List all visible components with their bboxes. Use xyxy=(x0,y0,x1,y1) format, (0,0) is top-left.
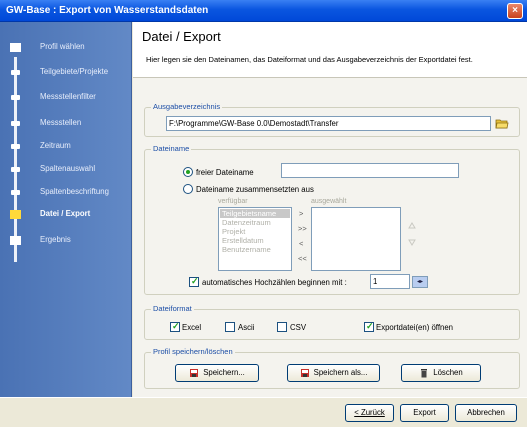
list-item[interactable]: Benutzername xyxy=(222,245,271,254)
main-panel: Datei / Export Hier legen sie den Datein… xyxy=(133,22,527,397)
step-marker-icon xyxy=(11,167,20,172)
list-item[interactable]: Erstelldatum xyxy=(222,236,264,245)
move-right-button[interactable]: > xyxy=(299,209,303,218)
ascii-label: Ascii xyxy=(238,323,255,332)
excel-label: Excel xyxy=(182,323,202,332)
step-connector-line xyxy=(14,57,17,262)
window-titlebar: GW-Base : Export von Wasserstandsdaten × xyxy=(0,0,527,22)
list-item[interactable]: Projekt xyxy=(222,227,245,236)
step-marker-icon xyxy=(11,144,20,149)
back-button[interactable]: < Zurück xyxy=(345,404,394,422)
sidebar-item-spaltenauswahl[interactable]: Spaltenauswahl xyxy=(10,163,130,177)
excel-checkbox[interactable] xyxy=(170,321,180,332)
output-directory-field[interactable]: F:\Programme\GW-Base 0.0\Demostadt\Trans… xyxy=(166,116,491,131)
list-item[interactable]: Datenzeitraum xyxy=(222,218,271,227)
sidebar-item-ergebnis[interactable]: Ergebnis xyxy=(10,234,130,248)
wizard-footer: < Zurück Export Abbrechen xyxy=(0,397,527,427)
sidebar-item-label: Teilgebiete/Projekte xyxy=(40,67,109,76)
step-marker-icon xyxy=(10,236,21,245)
step-marker-icon xyxy=(11,70,20,75)
auto-increment-checkbox[interactable] xyxy=(189,276,199,287)
window-title: GW-Base : Export von Wasserstandsdaten xyxy=(6,5,209,16)
save-profile-label: Speichern... xyxy=(203,368,245,377)
step-marker-icon xyxy=(11,95,20,100)
group-title: Dateiformat xyxy=(151,304,194,313)
ascii-checkbox[interactable] xyxy=(225,322,235,332)
available-parts-list[interactable]: Teilgebietsname Datenzeitraum Projekt Er… xyxy=(218,207,292,271)
export-button[interactable]: Export xyxy=(400,404,449,422)
sidebar-item-label: Spaltenbeschriftung xyxy=(40,187,109,196)
trash-icon xyxy=(419,368,429,378)
close-button[interactable]: × xyxy=(507,3,523,19)
free-filename-label: freier Dateiname xyxy=(196,168,254,177)
sidebar-item-spaltenbeschriftung[interactable]: Spaltenbeschriftung xyxy=(10,186,130,200)
save-profile-as-button[interactable]: Speichern als... xyxy=(287,364,380,382)
available-list-label: verfügbar xyxy=(218,198,248,205)
sidebar-item-teilgebiete[interactable]: Teilgebiete/Projekte xyxy=(10,66,130,80)
save-profile-as-label: Speichern als... xyxy=(313,368,368,377)
list-item[interactable]: Teilgebietsname xyxy=(222,209,276,218)
compose-filename-radio[interactable] xyxy=(183,184,193,194)
selected-list-label: ausgewählt xyxy=(311,198,347,205)
sidebar-item-label: Spaltenauswahl xyxy=(40,164,96,173)
step-marker-icon xyxy=(11,190,20,195)
save-as-icon xyxy=(300,368,310,378)
free-filename-radio[interactable] xyxy=(183,167,193,177)
group-title: Profil speichern/löschen xyxy=(151,347,235,356)
csv-checkbox[interactable] xyxy=(277,322,287,332)
auto-increment-label: automatisches Hochzählen beginnen mit : xyxy=(202,278,347,287)
page-title: Datei / Export xyxy=(142,29,221,44)
sidebar-item-profil-waehlen[interactable]: Profil wählen xyxy=(10,41,130,55)
selected-parts-list[interactable] xyxy=(311,207,401,271)
open-after-export-checkbox[interactable] xyxy=(364,321,374,332)
auto-increment-value[interactable]: 1 xyxy=(370,274,410,289)
sidebar-item-label: Datei / Export xyxy=(40,209,91,218)
delete-profile-label: Löschen xyxy=(433,368,463,377)
group-title: Dateiname xyxy=(151,144,192,153)
group-title: Ausgabeverzeichnis xyxy=(151,102,223,111)
sidebar-item-label: Ergebnis xyxy=(40,235,71,244)
move-all-left-button[interactable]: << xyxy=(298,254,307,263)
delete-profile-button[interactable]: Löschen xyxy=(401,364,481,382)
sidebar-item-label: Zeitraum xyxy=(40,141,71,150)
save-icon xyxy=(189,368,199,378)
output-directory-group: Ausgabeverzeichnis F:\Programme\GW-Base … xyxy=(144,102,520,137)
move-up-icon[interactable] xyxy=(408,222,416,230)
open-after-export-label: Exportdatei(en) öffnen xyxy=(376,323,454,332)
step-marker-icon xyxy=(11,121,20,126)
page-header: Datei / Export Hier legen sie den Datein… xyxy=(133,22,527,78)
sidebar-item-label: Messstellenfilter xyxy=(40,92,96,101)
step-marker-icon xyxy=(10,43,21,52)
save-profile-button[interactable]: Speichern... xyxy=(175,364,259,382)
profile-group: Profil speichern/löschen Speichern... Sp… xyxy=(144,347,520,389)
fileformat-group: Dateiformat Excel Ascii CSV Exportdatei(… xyxy=(144,304,520,340)
sidebar-item-messstellenfilter[interactable]: Messstellenfilter xyxy=(10,91,130,105)
sidebar-item-zeitraum[interactable]: Zeitraum xyxy=(10,140,130,154)
sidebar-item-datei-export[interactable]: Datei / Export xyxy=(10,208,130,222)
cancel-button[interactable]: Abbrechen xyxy=(455,404,517,422)
spin-arrows-icon[interactable]: ◂▸ xyxy=(412,276,428,288)
sidebar-item-label: Profil wählen xyxy=(40,42,85,51)
wizard-step-sidebar: Profil wählen Teilgebiete/Projekte Messs… xyxy=(0,22,132,397)
move-left-button[interactable]: < xyxy=(299,239,303,248)
compose-filename-label: Dateiname zusammensetzten aus xyxy=(196,185,314,194)
csv-label: CSV xyxy=(290,323,307,332)
current-step-icon xyxy=(10,210,21,219)
folder-icon[interactable] xyxy=(495,117,509,129)
sidebar-item-messstellen[interactable]: Messstellen xyxy=(10,117,130,131)
move-all-right-button[interactable]: >> xyxy=(298,224,307,233)
filename-group: Dateiname freier Dateiname Dateiname zus… xyxy=(144,144,520,295)
sidebar-item-label: Messstellen xyxy=(40,118,82,127)
move-down-icon[interactable] xyxy=(408,238,416,246)
page-description: Hier legen sie den Dateinamen, das Datei… xyxy=(146,55,473,64)
free-filename-input[interactable] xyxy=(281,163,459,178)
